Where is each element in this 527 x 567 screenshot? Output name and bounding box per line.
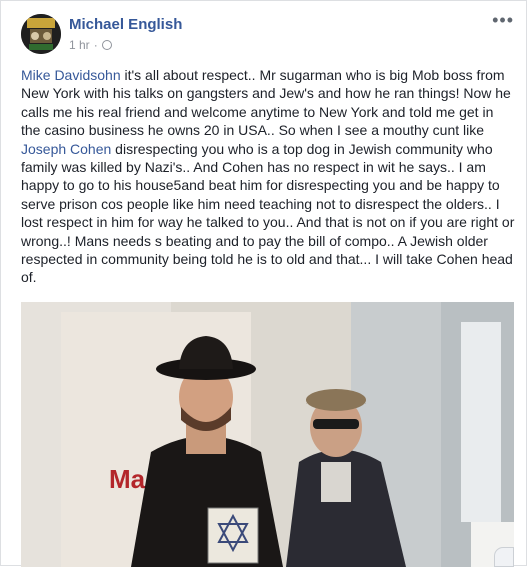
post-text: Mike Davidsohn it's all about respect.. … — [21, 66, 516, 287]
post-author-name[interactable]: Michael English — [69, 16, 182, 33]
photo-illustration: Ma — [21, 302, 514, 567]
post-timestamp[interactable]: 1 hr — [69, 38, 90, 52]
post-photo[interactable]: Ma — [21, 302, 514, 567]
facebook-post: Michael English 1 hr · ••• Mike Davidsoh… — [0, 0, 527, 567]
banner-text: Ma — [109, 464, 146, 494]
mention-link[interactable]: Mike Davidsohn — [21, 67, 121, 83]
avatar[interactable] — [21, 14, 61, 54]
meta-separator: · — [93, 38, 98, 52]
photo-corner-icon — [494, 547, 514, 567]
post-text-segment: disrespecting you who is a top dog in Je… — [21, 140, 515, 286]
post-meta: 1 hr · — [69, 38, 112, 52]
more-options-icon[interactable]: ••• — [492, 11, 514, 29]
globe-icon[interactable] — [101, 40, 112, 50]
mention-link[interactable]: Joseph Cohen — [21, 141, 111, 157]
